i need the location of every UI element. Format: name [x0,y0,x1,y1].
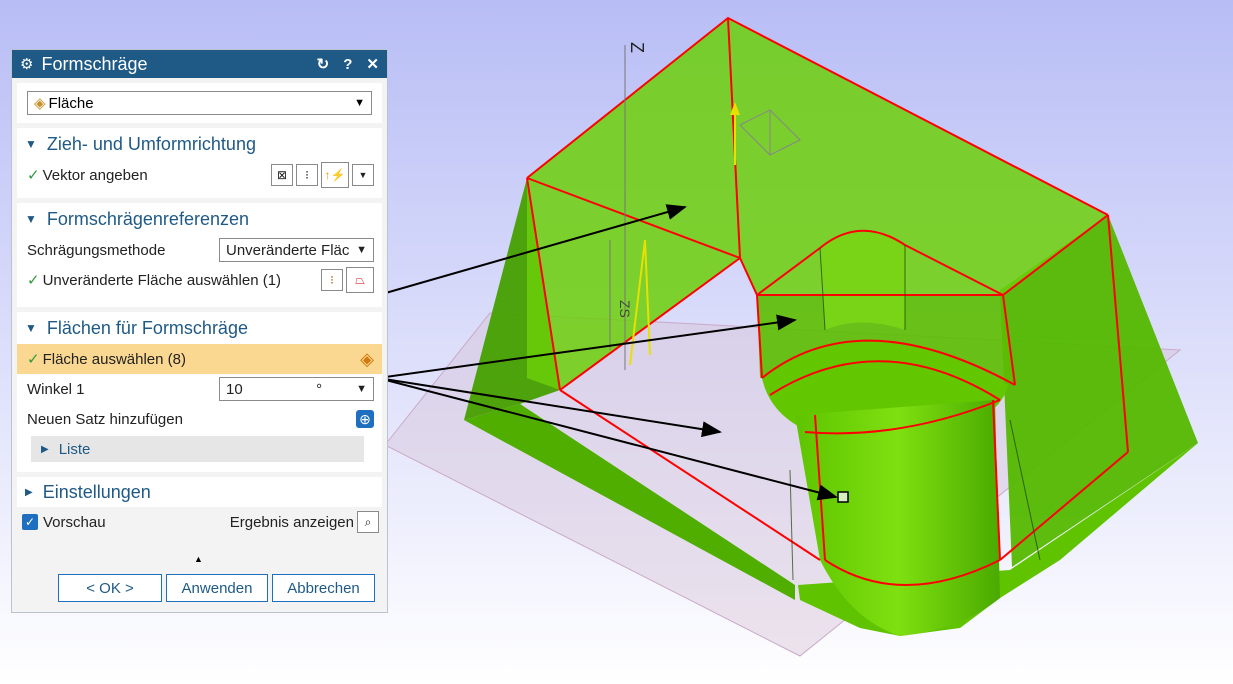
vector-dropdown[interactable]: ▼ [352,164,374,186]
gear-icon: ⚙ [20,56,34,73]
preview-checkbox[interactable]: ✓ [22,514,38,530]
section-faces-title: Flächen für Formschräge [46,317,248,338]
section-direction-title: Zieh- und Umformrichtung [46,133,256,154]
dialog-buttons: < OK > Anwenden Abbrechen [12,574,387,602]
vector-lightning-icon[interactable]: ↑⚡ [321,162,349,188]
section-references-header[interactable]: ▼ Formschrägenreferenzen [17,203,382,235]
vector-label: Vektor angeben [42,166,148,184]
list-label: Liste [58,440,91,458]
preview-row: ✓ Vorschau Ergebnis anzeigen ⌕ [12,507,387,537]
chevron-down-icon: ▼ [356,383,367,395]
selection-marker [837,491,849,503]
angle-unit: ° [316,380,323,398]
select-face-row[interactable]: ✓ Fläche auswählen (8) ◈ [17,344,382,374]
dimension-label-zs: ZS [617,300,633,318]
collapse-arrow-icon[interactable]: ▲ [194,554,203,564]
add-set-label: Neuen Satz hinzufügen [27,410,183,428]
dialog-title: Formschräge [41,53,148,74]
select-face-label: Fläche auswählen (8) [42,350,186,368]
collapsed-triangle-icon: ▶ [41,443,49,455]
face-select-icon[interactable]: ⏢ [346,267,374,293]
section-faces: ▼ Flächen für Formschräge ✓ Fläche auswä… [17,312,382,472]
dialog-titlebar: ⚙ Formschräge ↻ ? ✕ [12,50,387,78]
check-icon: ✓ [27,167,40,184]
vector-row: ✓ Vektor angeben ⊠ ⁝ ↑⚡ ▼ [17,160,382,190]
method-select[interactable]: Unveränderte Fläc ▼ [219,238,374,262]
type-select[interactable]: ◈ Fläche ▼ [27,91,372,115]
add-set-row: Neuen Satz hinzufügen ⊕ [17,404,382,434]
draft-dialog: ⚙ Formschräge ↻ ? ✕ ◈ Fläche ▼ ▼ Zieh- u… [11,49,388,613]
section-faces-header[interactable]: ▼ Flächen für Formschräge [17,312,382,344]
dimension-label-z: Z [627,42,647,53]
show-result-label: Ergebnis anzeigen [229,513,354,531]
reset-icon[interactable]: ↻ [317,55,330,73]
help-button[interactable]: ? [343,56,352,73]
section-references: ▼ Formschrägenreferenzen Schrägungsmetho… [17,203,382,307]
type-section: ◈ Fläche ▼ [17,83,382,123]
section-direction-header[interactable]: ▼ Zieh- und Umformrichtung [17,128,382,160]
apply-button[interactable]: Anwenden [166,574,268,602]
angle-value: 10 [226,380,243,398]
reverse-direction-icon[interactable]: ⊠ [271,164,293,186]
check-icon: ✓ [27,351,40,368]
section-direction: ▼ Zieh- und Umformrichtung ✓ Vektor ange… [17,128,382,198]
fixed-face-row: ✓ Unveränderte Fläche auswählen (1) ⁝ ⏢ [17,265,382,295]
section-references-title: Formschrägenreferenzen [46,208,249,229]
list-toggle[interactable]: ▶ Liste [31,436,364,462]
method-row: Schrägungsmethode Unveränderte Fläc ▼ [17,235,382,265]
angle-label: Winkel 1 [27,380,85,398]
collapsed-triangle-icon: ▶ [25,486,33,498]
method-select-value: Unveränderte Fläc [226,241,350,259]
section-settings-title: Einstellungen [42,481,151,502]
preview-label: Vorschau [43,513,106,531]
close-button[interactable]: ✕ [366,55,379,73]
add-set-plus-icon[interactable]: ⊕ [356,410,374,428]
fixed-face-label: Unveränderte Fläche auswählen (1) [42,271,282,289]
chevron-down-icon: ▼ [354,97,365,109]
type-select-value: Fläche [48,94,94,112]
point-dialog-icon[interactable]: ⁝ [321,269,343,291]
ok-button[interactable]: < OK > [58,574,162,602]
expand-triangle-icon: ▼ [25,212,37,226]
cancel-button[interactable]: Abbrechen [272,574,375,602]
method-label: Schrägungsmethode [27,241,166,259]
magnifier-icon[interactable]: ⌕ [357,511,379,533]
expand-triangle-icon: ▼ [25,137,37,151]
angle-row: Winkel 1 10 ° ▼ [17,374,382,404]
section-settings-header[interactable]: ▶ Einstellungen [17,477,382,507]
face-select-cube-icon[interactable]: ◈ [360,349,374,370]
angle-input[interactable]: 10 ° ▼ [219,377,374,401]
face-icon: ◈ [34,95,46,112]
expand-triangle-icon: ▼ [25,321,37,335]
point-select-icon[interactable]: ⁝ [296,164,318,186]
section-settings: ▶ Einstellungen [17,477,382,507]
chevron-down-icon: ▼ [356,244,367,256]
check-icon: ✓ [27,272,40,289]
